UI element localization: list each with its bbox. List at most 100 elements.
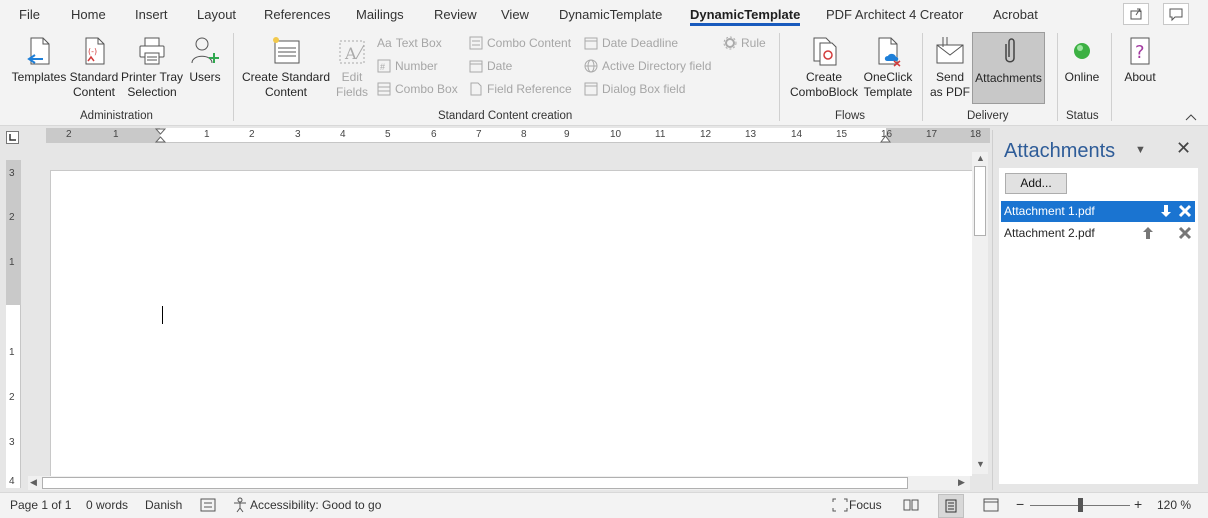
tab-dynamictemplate-active[interactable]: DynamicTemplate xyxy=(690,7,801,26)
templates-button[interactable]: Templates xyxy=(10,35,68,85)
online-label: Online xyxy=(1064,70,1100,84)
combo-content-button[interactable]: Combo Content xyxy=(469,36,571,50)
tab-selector[interactable] xyxy=(6,131,19,144)
zoom-out-button[interactable]: − xyxy=(1016,496,1024,512)
text-box-icon: Aa xyxy=(377,36,392,50)
send-pdf-label-2: as PDF xyxy=(929,85,970,99)
right-indent-marker-icon[interactable] xyxy=(880,133,891,143)
date-deadline-icon xyxy=(584,37,598,50)
field-reference-button[interactable]: Field Reference xyxy=(469,82,572,96)
vertical-scroll-thumb[interactable] xyxy=(974,166,986,236)
oneclick-template-button[interactable]: OneClick Template xyxy=(860,35,916,100)
standard-content-button[interactable]: (-) Standard Content xyxy=(68,35,120,100)
scroll-left-icon[interactable]: ◀ xyxy=(30,477,37,488)
group-label-administration: Administration xyxy=(80,110,153,122)
remove-attachment-icon[interactable] xyxy=(1177,225,1193,241)
tab-view[interactable]: View xyxy=(501,7,529,22)
comments-button[interactable] xyxy=(1163,3,1189,25)
printer-tray-button[interactable]: Printer Tray Selection xyxy=(120,35,184,100)
group-separator xyxy=(233,33,234,121)
zoom-slider-thumb[interactable] xyxy=(1078,498,1083,512)
attachment-name: Attachment 2.pdf xyxy=(1004,226,1095,240)
rule-label: Rule xyxy=(741,36,766,50)
horizontal-scrollbar[interactable]: ◀ ▶ xyxy=(28,476,970,490)
edit-fields-button[interactable]: A Edit Fields xyxy=(332,35,372,100)
combo-box-button[interactable]: Combo Box xyxy=(377,82,458,96)
language-indicator[interactable]: Danish xyxy=(145,498,182,512)
group-label-standard-content-creation: Standard Content creation xyxy=(438,110,573,122)
group-label-delivery: Delivery xyxy=(967,110,1009,122)
templates-label: Templates xyxy=(11,70,67,84)
number-button[interactable]: # Number xyxy=(377,59,438,73)
ruler-number: 12 xyxy=(700,129,712,140)
attachment-row[interactable]: Attachment 2.pdf xyxy=(1001,223,1195,244)
text-cursor xyxy=(162,306,163,324)
field-reference-label: Field Reference xyxy=(487,82,572,96)
accessibility-status[interactable]: Accessibility: Good to go xyxy=(250,498,381,512)
attachments-pane: Attachments ▼ ✕ Add... Attachment 1.pdf … xyxy=(992,130,1208,490)
remove-attachment-icon[interactable] xyxy=(1177,203,1193,219)
tab-acrobat[interactable]: Acrobat xyxy=(993,7,1038,22)
date-deadline-button[interactable]: Date Deadline xyxy=(584,36,678,50)
tab-mailings[interactable]: Mailings xyxy=(356,7,404,22)
attachment-row-selected[interactable]: Attachment 1.pdf xyxy=(1001,201,1195,222)
scroll-up-icon[interactable]: ▲ xyxy=(976,153,985,163)
indent-marker-icon[interactable] xyxy=(155,128,166,143)
tab-review[interactable]: Review xyxy=(434,7,477,22)
scroll-right-icon[interactable]: ▶ xyxy=(958,477,965,488)
dialog-box-button[interactable]: Dialog Box field xyxy=(584,82,685,96)
tab-insert[interactable]: Insert xyxy=(135,7,168,22)
tab-stop-icon xyxy=(9,134,16,141)
web-layout-icon[interactable] xyxy=(983,498,999,512)
send-as-pdf-button[interactable]: Send as PDF xyxy=(928,35,972,100)
share-icon xyxy=(1130,8,1142,20)
tab-references[interactable]: References xyxy=(264,7,330,22)
tab-layout[interactable]: Layout xyxy=(197,7,236,22)
pane-close-icon[interactable]: ✕ xyxy=(1176,138,1191,159)
create-standard-content-button[interactable]: Create Standard Content xyxy=(240,35,332,100)
tab-file[interactable]: File xyxy=(19,7,40,22)
horizontal-scroll-thumb[interactable] xyxy=(42,477,908,489)
page-count[interactable]: Page 1 of 1 xyxy=(10,498,71,512)
number-label: Number xyxy=(395,59,438,73)
focus-button[interactable]: Focus xyxy=(849,498,882,512)
word-count[interactable]: 0 words xyxy=(86,498,128,512)
document-page[interactable] xyxy=(50,170,972,476)
vertical-scrollbar[interactable]: ▲ ▼ xyxy=(972,152,988,474)
attachments-button[interactable]: Attachments xyxy=(972,32,1045,104)
print-layout-button[interactable] xyxy=(938,494,964,518)
online-status-button[interactable]: Online xyxy=(1060,35,1104,85)
tab-home[interactable]: Home xyxy=(71,7,106,22)
tab-pdf-architect[interactable]: PDF Architect 4 Creator xyxy=(826,7,963,22)
ruler-number: 3 xyxy=(295,129,301,140)
zoom-in-button[interactable]: + xyxy=(1134,496,1142,512)
printer-tray-label-1: Printer Tray xyxy=(120,70,183,84)
text-box-button[interactable]: Aa Text Box xyxy=(377,36,442,50)
zoom-level[interactable]: 120 % xyxy=(1157,498,1191,512)
share-button[interactable] xyxy=(1123,3,1149,25)
vertical-ruler[interactable]: 3 2 1 1 2 3 4 xyxy=(6,160,21,488)
scroll-down-icon[interactable]: ▼ xyxy=(976,459,985,469)
ruler-number: 15 xyxy=(836,129,848,140)
add-attachment-button[interactable]: Add... xyxy=(1005,173,1067,194)
users-button[interactable]: Users xyxy=(184,35,226,85)
text-box-label: Text Box xyxy=(395,36,442,50)
ruler-margin-left xyxy=(46,128,160,143)
horizontal-ruler[interactable]: 2 1 1 2 3 4 5 6 7 8 9 10 11 12 13 14 15 … xyxy=(46,128,990,143)
ruler-number: 7 xyxy=(476,129,482,140)
tab-dynamictemplate[interactable]: DynamicTemplate xyxy=(559,7,662,22)
read-mode-icon[interactable] xyxy=(903,498,919,512)
pane-options-chevron-down-icon[interactable]: ▼ xyxy=(1135,144,1146,156)
create-comboblock-button[interactable]: Create ComboBlock xyxy=(786,35,862,100)
macro-recording-icon[interactable] xyxy=(200,498,216,512)
svg-text:#: # xyxy=(380,62,385,72)
rule-button[interactable]: Rule xyxy=(723,36,766,50)
move-up-arrow-icon[interactable] xyxy=(1140,225,1156,241)
collapse-ribbon-icon[interactable] xyxy=(1184,112,1198,122)
active-directory-button[interactable]: Active Directory field xyxy=(584,59,711,73)
date-button[interactable]: Date xyxy=(469,59,512,73)
edit-fields-label-1: Edit xyxy=(341,70,363,84)
about-button[interactable]: ? About xyxy=(1118,35,1162,85)
group-label-flows: Flows xyxy=(835,110,866,122)
move-down-arrow-icon[interactable] xyxy=(1158,203,1174,219)
